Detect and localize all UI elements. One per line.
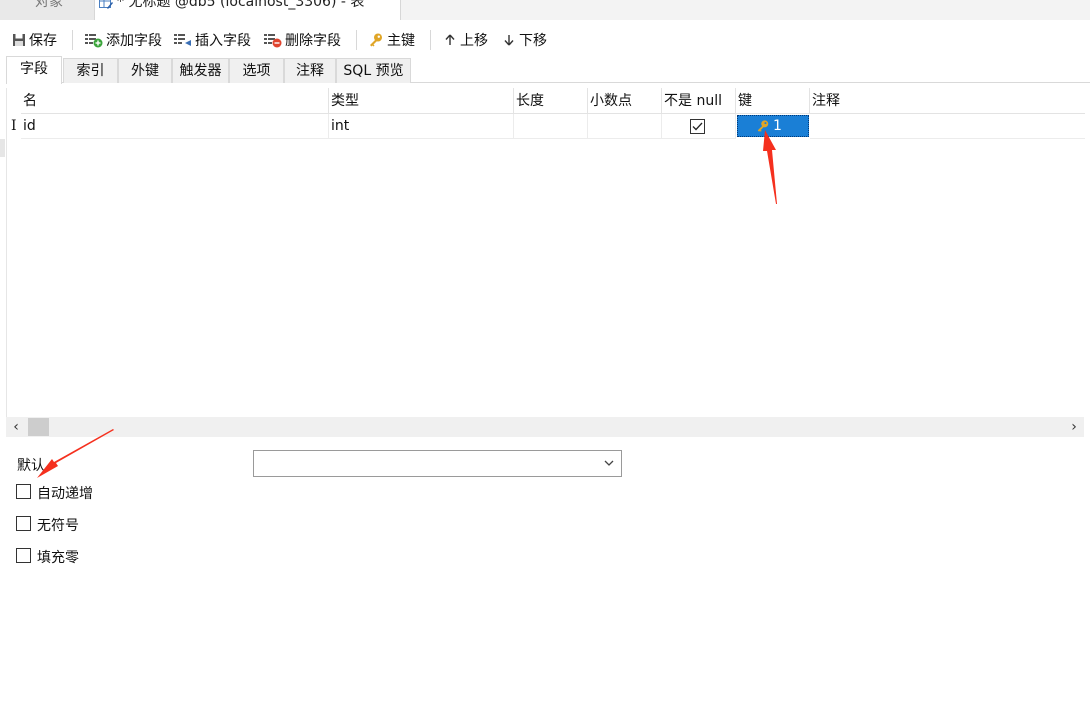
annotation-arrow-key	[763, 130, 777, 204]
annotation-overlay	[37, 130, 777, 478]
table-designer-window: 对象 * 无标题 @db5 (localhost_3306) - 表 保存 添加…	[0, 0, 1090, 716]
annotation-arrow-auto-increment	[37, 429, 114, 478]
